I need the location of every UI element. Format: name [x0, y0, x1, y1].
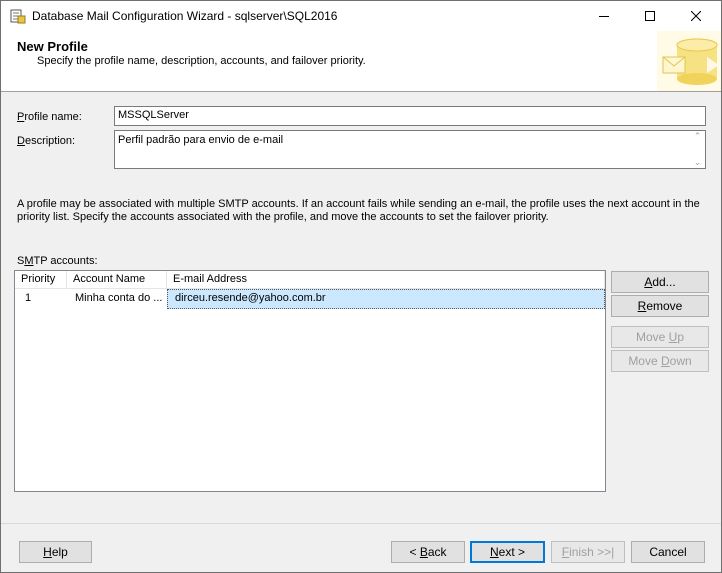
maximize-icon: [645, 11, 655, 21]
remove-account-button[interactable]: Remove: [611, 295, 709, 317]
smtp-accounts-grid[interactable]: Priority Account Name E-mail Address 1 M…: [14, 270, 606, 492]
profile-name-input[interactable]: MSSQLServer: [114, 106, 706, 126]
maximize-button[interactable]: [627, 1, 673, 31]
page-subtitle: Specify the profile name, description, a…: [37, 55, 366, 67]
wizard-window: Database Mail Configuration Wizard - sql…: [0, 0, 722, 573]
minimize-button[interactable]: [581, 1, 627, 31]
column-header-priority[interactable]: Priority: [15, 271, 67, 289]
page-title: New Profile: [17, 39, 88, 54]
minimize-icon: [599, 16, 609, 17]
cancel-button[interactable]: Cancel: [631, 541, 705, 563]
table-row-priority[interactable]: 1: [19, 289, 67, 309]
window-title: Database Mail Configuration Wizard - sql…: [32, 9, 338, 23]
description-label: Description:: [17, 135, 76, 147]
wizard-header: New Profile Specify the profile name, de…: [1, 31, 721, 92]
add-account-button[interactable]: Add...: [611, 271, 709, 293]
close-icon: [691, 11, 701, 21]
help-button[interactable]: Help: [19, 541, 92, 563]
close-button[interactable]: [673, 1, 719, 31]
smtp-accounts-label: SMTP accounts:: [17, 255, 98, 267]
description-value: Perfil padrão para envio de e-mail: [118, 134, 284, 146]
column-header-account-name[interactable]: Account Name: [67, 271, 167, 289]
move-up-button[interactable]: Move Up: [611, 326, 709, 348]
move-down-button[interactable]: Move Down: [611, 350, 709, 372]
profile-name-label: Profile name:: [17, 111, 82, 123]
description-textarea[interactable]: Perfil padrão para envio de e-mail ⌃ ⌄: [114, 130, 706, 169]
description-scrollbar[interactable]: ⌃ ⌄: [690, 131, 705, 168]
info-text: A profile may be associated with multipl…: [17, 198, 700, 223]
next-button[interactable]: Next >: [470, 541, 545, 563]
scroll-down-icon: ⌄: [693, 157, 702, 167]
scroll-up-icon: ⌃: [693, 131, 702, 141]
database-mail-icon: [10, 9, 26, 24]
back-button[interactable]: < Back: [391, 541, 465, 563]
footer-divider: [1, 523, 721, 524]
finish-button[interactable]: Finish >>|: [551, 541, 625, 563]
profile-name-value: MSSQLServer: [118, 109, 189, 121]
database-banner-icon: [657, 31, 721, 91]
column-header-email[interactable]: E-mail Address: [167, 271, 605, 289]
table-row-email[interactable]: dirceu.resende@yahoo.com.br: [169, 289, 599, 309]
table-row-account-name[interactable]: Minha conta do ...: [69, 289, 167, 309]
title-bar[interactable]: Database Mail Configuration Wizard - sql…: [1, 1, 721, 31]
